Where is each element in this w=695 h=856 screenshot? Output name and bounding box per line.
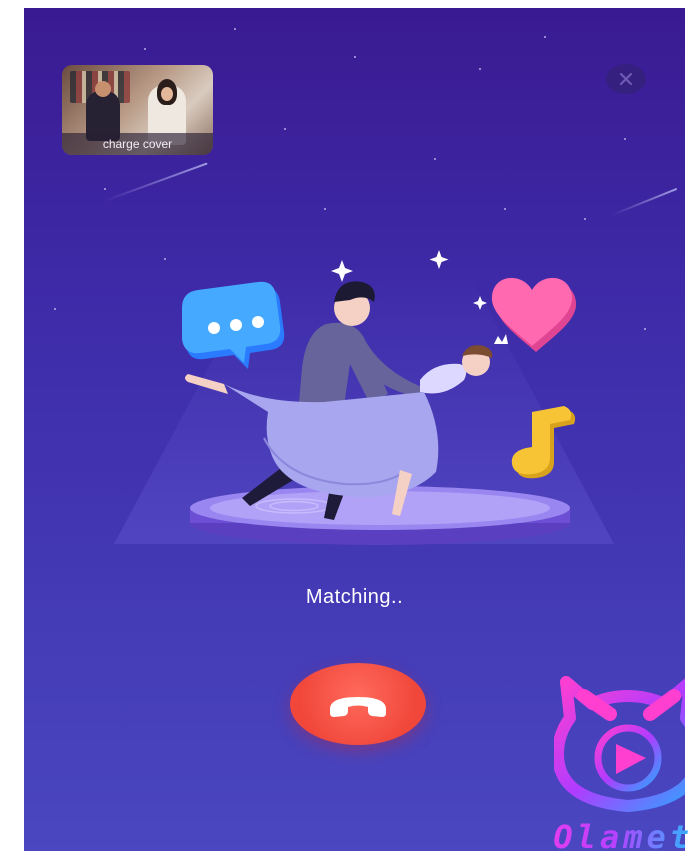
music-note-icon [511,406,576,479]
chat-bubble-icon [182,281,285,369]
call-screen: charge cover Matching.. [24,8,685,851]
olamet-logo [554,676,685,812]
close-button[interactable] [606,64,646,94]
dancing-couple-illustration [182,250,577,545]
preview-caption: charge cover [62,133,213,155]
brand-watermark: Olamet [553,818,693,856]
matching-status: Matching.. [305,586,404,608]
video-preview-thumbnail[interactable]: charge cover [62,65,213,155]
hang-up-button[interactable] [290,663,426,745]
phone-hangup-icon [330,697,386,717]
close-icon [619,72,633,86]
